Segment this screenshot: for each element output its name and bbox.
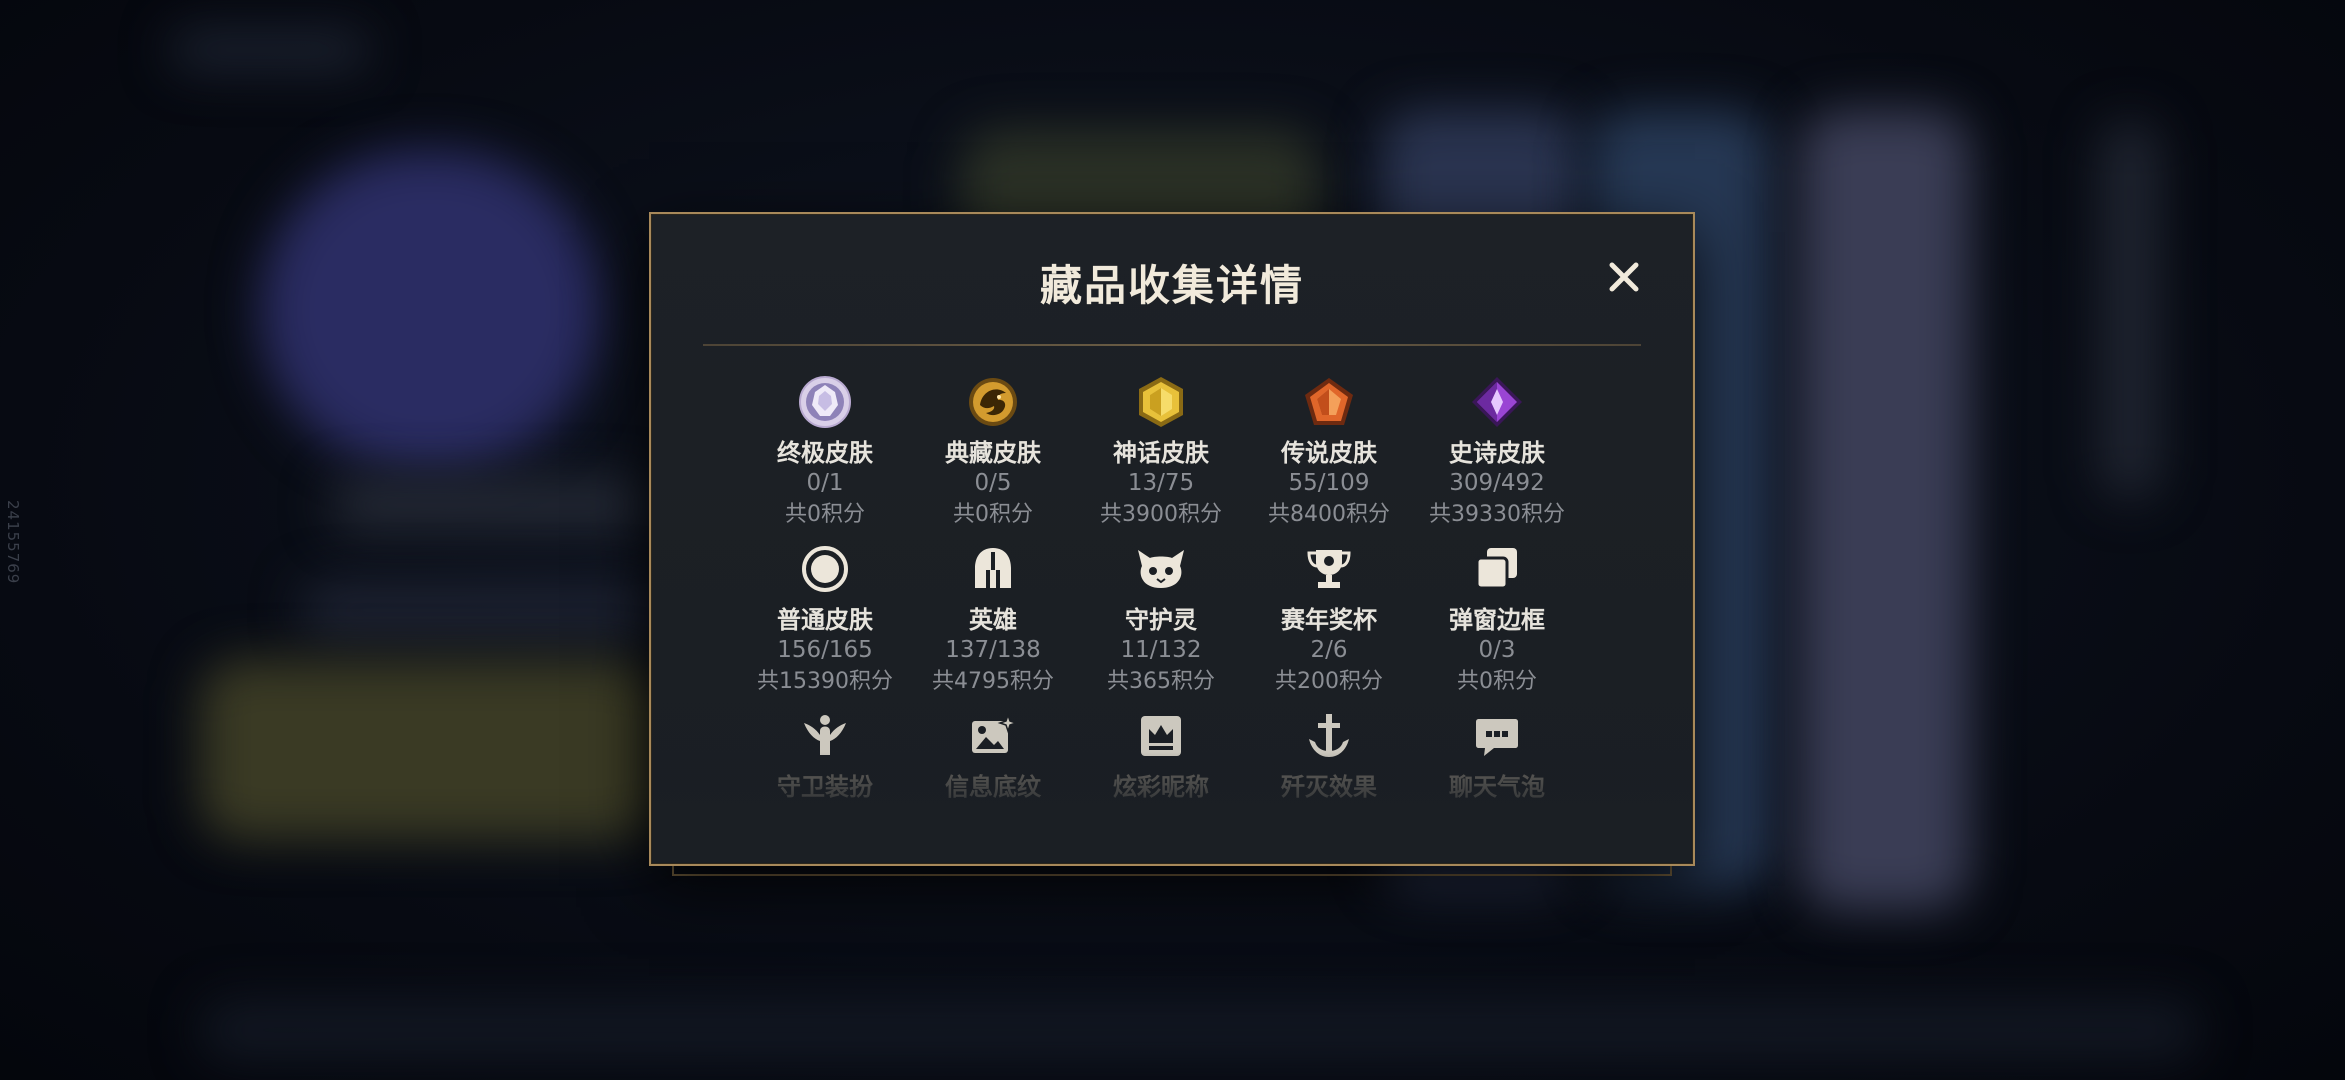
item-label: 聊天气泡 bbox=[1449, 773, 1545, 801]
collection-item-epic[interactable]: 史诗皮肤 309/492 共39330积分 bbox=[1413, 374, 1581, 541]
item-points: 共3900积分 bbox=[1100, 502, 1222, 527]
helmet-icon bbox=[965, 541, 1021, 597]
item-points: 共15390积分 bbox=[757, 669, 893, 694]
item-count: 11/132 bbox=[1120, 637, 1202, 663]
item-label: 信息底纹 bbox=[945, 773, 1041, 801]
item-label: 赛年奖杯 bbox=[1281, 606, 1377, 634]
item-count: 0/3 bbox=[1478, 637, 1516, 663]
trophy-icon bbox=[1301, 541, 1357, 597]
close-icon bbox=[1609, 262, 1639, 292]
ward-icon bbox=[797, 708, 853, 764]
item-label: 弹窗边框 bbox=[1449, 606, 1545, 634]
collection-item-chat-bubble[interactable]: 聊天气泡 bbox=[1413, 708, 1581, 875]
close-button[interactable] bbox=[1603, 256, 1645, 298]
item-points: 共4795积分 bbox=[932, 669, 1054, 694]
item-label: 传说皮肤 bbox=[1281, 439, 1377, 467]
ultimate-gem-icon bbox=[797, 374, 853, 430]
collection-item-legendary[interactable]: 传说皮肤 55/109 共8400积分 bbox=[1245, 374, 1413, 541]
collection-grid: 终极皮肤 0/1 共0积分 典藏皮肤 0/5 共0积分 神话皮肤 13/75 共… bbox=[741, 374, 1581, 875]
item-points: 共8400积分 bbox=[1268, 502, 1390, 527]
crown-card-icon bbox=[1133, 708, 1189, 764]
collection-item-nickname[interactable]: 炫彩昵称 bbox=[1077, 708, 1245, 875]
item-count: 0/1 bbox=[806, 470, 844, 496]
item-label: 典藏皮肤 bbox=[945, 439, 1041, 467]
collection-item-popup-frame[interactable]: 弹窗边框 0/3 共0积分 bbox=[1413, 541, 1581, 708]
collection-item-normal-skin[interactable]: 普通皮肤 156/165 共15390积分 bbox=[741, 541, 909, 708]
circle-icon bbox=[797, 541, 853, 597]
collection-row: 守卫装扮 信息底纹 炫彩昵称 歼灭效果 聊天气泡 bbox=[741, 708, 1581, 875]
collection-detail-modal: 藏品收集详情 终极皮肤 0/1 共0积分 典藏皮肤 0/5 共0积分 神话皮肤 … bbox=[649, 212, 1695, 866]
item-label: 神话皮肤 bbox=[1113, 439, 1209, 467]
poro-icon bbox=[1133, 541, 1189, 597]
collection-item-ultimate[interactable]: 终极皮肤 0/1 共0积分 bbox=[741, 374, 909, 541]
item-label: 炫彩昵称 bbox=[1113, 773, 1209, 801]
item-points: 共0积分 bbox=[953, 502, 1033, 527]
item-points: 共0积分 bbox=[785, 502, 865, 527]
modal-title: 藏品收集详情 bbox=[1039, 261, 1304, 310]
collection-row: 终极皮肤 0/1 共0积分 典藏皮肤 0/5 共0积分 神话皮肤 13/75 共… bbox=[741, 374, 1581, 541]
item-label: 英雄 bbox=[969, 606, 1017, 634]
item-count: 13/75 bbox=[1127, 470, 1195, 496]
chat-bubble-icon bbox=[1469, 708, 1525, 764]
item-count: 55/109 bbox=[1288, 470, 1370, 496]
item-count: 2/6 bbox=[1310, 637, 1348, 663]
item-points: 共0积分 bbox=[1457, 669, 1537, 694]
collection-item-ward[interactable]: 守卫装扮 bbox=[741, 708, 909, 875]
collection-item-trophy[interactable]: 赛年奖杯 2/6 共200积分 bbox=[1245, 541, 1413, 708]
item-points: 共39330积分 bbox=[1429, 502, 1565, 527]
item-points: 共365积分 bbox=[1107, 669, 1215, 694]
item-label: 史诗皮肤 bbox=[1449, 439, 1545, 467]
collection-item-info-background[interactable]: 信息底纹 bbox=[909, 708, 1077, 875]
item-label: 守卫装扮 bbox=[777, 773, 873, 801]
item-count: 0/5 bbox=[974, 470, 1012, 496]
title-divider bbox=[703, 344, 1641, 346]
legendary-gem-icon bbox=[1301, 374, 1357, 430]
collection-row: 普通皮肤 156/165 共15390积分 英雄 137/138 共4795积分 bbox=[741, 541, 1581, 708]
collection-item-prestige[interactable]: 典藏皮肤 0/5 共0积分 bbox=[909, 374, 1077, 541]
mythic-gem-icon bbox=[1133, 374, 1189, 430]
item-label: 终极皮肤 bbox=[777, 439, 873, 467]
collection-item-companion[interactable]: 守护灵 11/132 共365积分 bbox=[1077, 541, 1245, 708]
item-points: 共200积分 bbox=[1275, 669, 1383, 694]
dragon-emblem-icon bbox=[965, 374, 1021, 430]
image-sparkle-icon bbox=[965, 708, 1021, 764]
item-count: 137/138 bbox=[945, 637, 1041, 663]
item-label: 歼灭效果 bbox=[1281, 773, 1377, 801]
side-id-text: 24155769 bbox=[4, 500, 22, 585]
item-label: 普通皮肤 bbox=[777, 606, 873, 634]
epic-gem-icon bbox=[1469, 374, 1525, 430]
anchor-icon bbox=[1301, 708, 1357, 764]
collection-item-mythic[interactable]: 神话皮肤 13/75 共3900积分 bbox=[1077, 374, 1245, 541]
item-label: 守护灵 bbox=[1125, 606, 1197, 634]
frames-icon bbox=[1469, 541, 1525, 597]
item-count: 309/492 bbox=[1449, 470, 1545, 496]
collection-item-ace-effect[interactable]: 歼灭效果 bbox=[1245, 708, 1413, 875]
collection-item-champion[interactable]: 英雄 137/138 共4795积分 bbox=[909, 541, 1077, 708]
item-count: 156/165 bbox=[777, 637, 873, 663]
